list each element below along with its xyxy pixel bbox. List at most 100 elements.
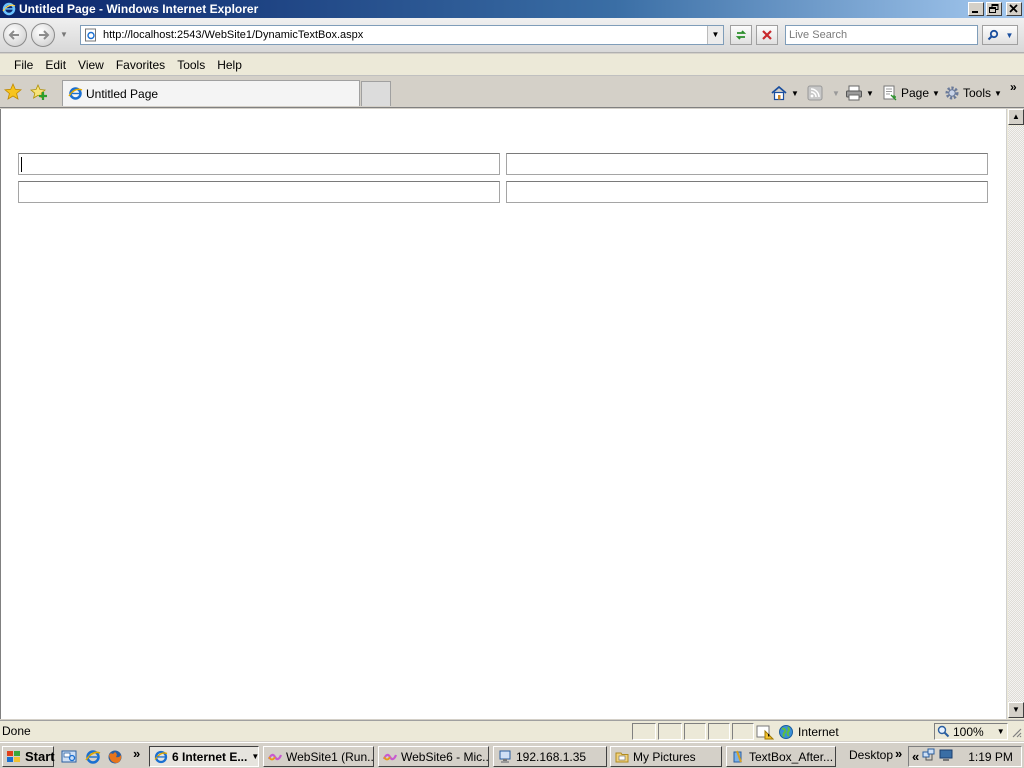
paint-icon (731, 750, 745, 764)
internet-explorer-icon (154, 750, 168, 764)
task-label: 192.168.1.35 (516, 749, 587, 764)
task-label: 6 Internet E... (172, 749, 248, 764)
zoom-control[interactable]: 100% ▼ (934, 723, 1008, 740)
close-window-button[interactable] (1006, 2, 1022, 16)
new-tab-button[interactable] (361, 81, 391, 106)
quicklaunch-internet-explorer[interactable] (84, 748, 102, 766)
menu-bar: File Edit View Favorites Tools Help (0, 54, 1024, 76)
tools-menu-button[interactable]: Tools ▼ (944, 83, 1002, 103)
tab-bar: Untitled Page ▼ ▼ ▼ Page ▼ Tools ▼ » (0, 77, 1024, 108)
scroll-up-button[interactable]: ▲ (1008, 109, 1024, 125)
globe-icon (779, 724, 793, 739)
page-menu-button[interactable]: Page ▼ (882, 83, 940, 103)
address-dropdown-icon[interactable]: ▼ (707, 26, 723, 44)
menu-view[interactable]: View (72, 58, 110, 72)
security-zone[interactable]: Internet (778, 723, 930, 740)
desktop-toolbar-overflow[interactable]: » (895, 746, 902, 761)
resize-grip-icon[interactable] (1010, 726, 1022, 741)
window-title: Untitled Page - Windows Internet Explore… (19, 2, 259, 16)
status-panel (708, 723, 730, 740)
print-dropdown-icon[interactable]: ▼ (866, 89, 874, 98)
search-options-dropdown[interactable]: ▼ (1006, 31, 1014, 40)
add-favorites-button[interactable] (30, 83, 48, 104)
scroll-track[interactable] (1008, 126, 1024, 702)
refresh-icon (735, 30, 747, 40)
menu-favorites[interactable]: Favorites (110, 58, 171, 72)
search-input[interactable]: Live Search (785, 25, 978, 45)
status-panel (684, 723, 706, 740)
command-bar-overflow[interactable]: » (1010, 80, 1017, 94)
star-icon (4, 82, 22, 100)
address-bar[interactable]: http://localhost:2543/WebSite1/DynamicTe… (80, 25, 724, 45)
visual-studio-icon (382, 750, 398, 764)
remote-desktop-icon (498, 750, 512, 764)
printer-icon (846, 85, 862, 101)
url-text[interactable]: http://localhost:2543/WebSite1/DynamicTe… (103, 29, 707, 41)
page-menu-label: Page (901, 86, 930, 100)
clock[interactable]: 1:19 PM (968, 750, 1013, 764)
internet-explorer-icon (85, 750, 101, 764)
menu-help[interactable]: Help (211, 58, 248, 72)
task-label: My Pictures (633, 749, 696, 764)
menu-file[interactable]: File (8, 58, 39, 72)
desktop-toolbar-label[interactable]: Desktop (849, 748, 893, 762)
task-label: WebSite1 (Run... (286, 749, 374, 764)
tools-menu-label: Tools (963, 86, 992, 100)
start-button[interactable]: Start (2, 746, 55, 767)
protected-mode-icon[interactable] (756, 724, 775, 743)
print-button[interactable]: ▼ (845, 83, 874, 103)
tab-untitled-page[interactable]: Untitled Page (62, 80, 360, 106)
menu-tools[interactable]: Tools (171, 58, 211, 72)
forward-button[interactable] (31, 23, 55, 47)
start-label: Start (25, 749, 55, 764)
restore-button[interactable] (986, 2, 1002, 16)
tab-label: Untitled Page (86, 86, 159, 101)
quicklaunch-show-desktop[interactable] (60, 748, 78, 766)
favorites-center-button[interactable] (4, 82, 22, 104)
zoom-dropdown-icon[interactable]: ▼ (997, 727, 1005, 736)
back-arrow-icon (8, 30, 19, 40)
add-to-favorites-icon (30, 84, 47, 100)
feeds-dropdown-icon[interactable]: ▼ (832, 89, 840, 98)
monitor-icon[interactable] (939, 748, 953, 765)
menu-edit[interactable]: Edit (39, 58, 72, 72)
visual-studio-icon (267, 750, 283, 764)
task-my-pictures[interactable]: My Pictures (610, 746, 722, 767)
dynamic-textbox-4[interactable] (506, 181, 988, 203)
task-textbox-after[interactable]: TextBox_After... (726, 746, 836, 767)
dynamic-textbox-1[interactable] (18, 153, 500, 175)
back-button[interactable] (3, 23, 27, 47)
network-icon[interactable] (922, 748, 936, 765)
title-bar[interactable]: Untitled Page - Windows Internet Explore… (0, 0, 1024, 18)
task-website1-running[interactable]: WebSite1 (Run... (263, 746, 374, 767)
dynamic-textbox-3[interactable] (18, 181, 500, 203)
folder-icon (615, 750, 629, 764)
windows-logo-icon (6, 750, 22, 764)
status-panel (658, 723, 682, 740)
task-website6[interactable]: WebSite6 - Mic... (378, 746, 489, 767)
tray-expand-button[interactable]: « (912, 749, 919, 764)
feeds-button[interactable]: ▼ (807, 83, 840, 103)
home-button[interactable]: ▼ (770, 83, 799, 103)
dynamic-textbox-2[interactable] (506, 153, 988, 175)
tools-dropdown-icon: ▼ (994, 88, 1002, 98)
zoom-icon (937, 725, 950, 738)
task-internet-explorer-group[interactable]: 6 Internet E... ▼ (149, 746, 259, 767)
internet-explorer-icon (2, 2, 16, 16)
page-dropdown-icon: ▼ (932, 88, 940, 98)
home-dropdown-icon[interactable]: ▼ (791, 89, 799, 98)
scroll-down-button[interactable]: ▼ (1008, 702, 1024, 718)
quicklaunch-overflow[interactable]: » (133, 746, 140, 761)
search-button[interactable]: ▼ (982, 25, 1018, 45)
vertical-scrollbar[interactable]: ▲ ▼ (1006, 109, 1024, 719)
home-icon (771, 85, 787, 101)
minimize-button[interactable] (968, 2, 984, 16)
stop-button[interactable] (756, 25, 778, 45)
status-panel (632, 723, 656, 740)
task-label: TextBox_After... (749, 749, 834, 764)
refresh-button[interactable] (730, 25, 752, 45)
page-icon (84, 28, 98, 42)
recent-pages-dropdown[interactable]: ▼ (60, 30, 68, 39)
quicklaunch-firefox[interactable] (106, 748, 124, 766)
task-remote-desktop[interactable]: 192.168.1.35 (493, 746, 607, 767)
